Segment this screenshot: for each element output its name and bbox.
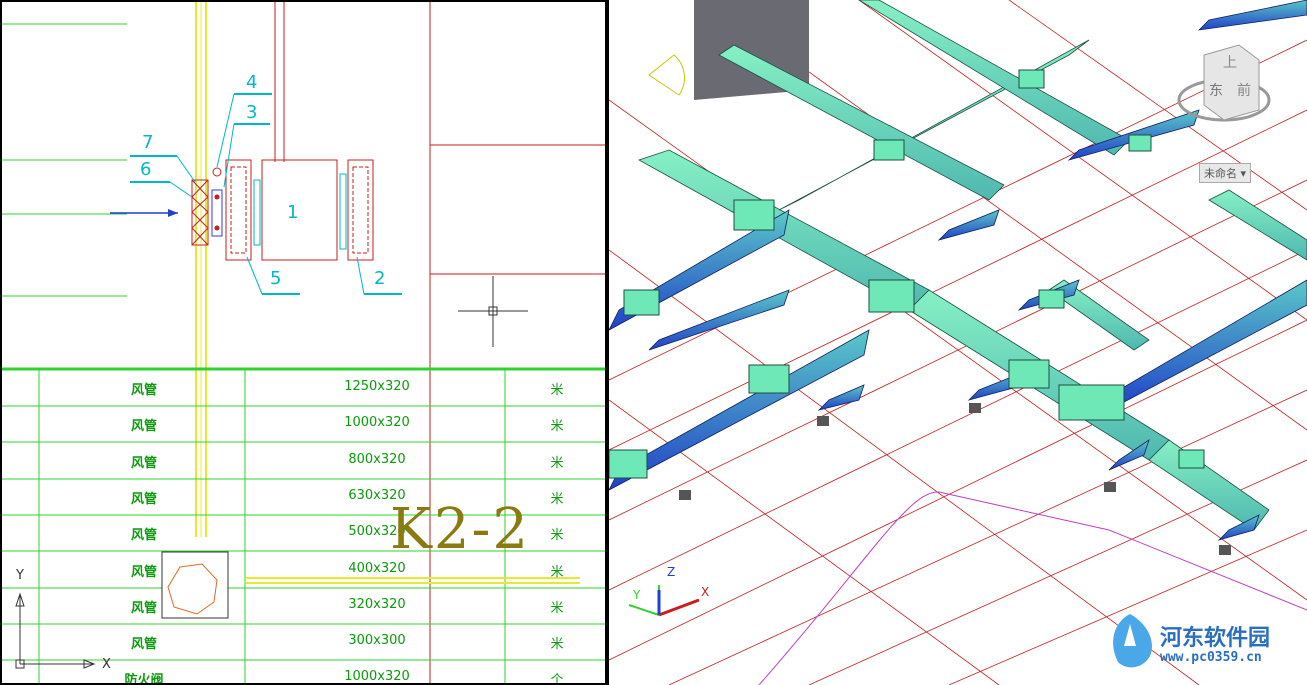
table-cell-unit: 米 bbox=[550, 456, 564, 471]
ucs-x-label: X bbox=[701, 585, 710, 599]
table-cell-unit: 米 bbox=[550, 492, 564, 507]
table-cell-size: 300x300 bbox=[348, 633, 406, 648]
table-cell-unit: 米 bbox=[550, 565, 564, 580]
table-cell-size: 1250x320 bbox=[344, 379, 410, 394]
callout-4: 4 bbox=[246, 72, 258, 93]
table-cell-size: 800x320 bbox=[348, 452, 406, 467]
table-cell-unit: 米 bbox=[550, 383, 564, 398]
table-cell-unit: 米 bbox=[550, 601, 564, 616]
table-cell-name: 风管 bbox=[130, 565, 157, 580]
table-cell-name: 风管 bbox=[130, 419, 157, 434]
watermark-url: www.pc0359.cn bbox=[1160, 650, 1262, 665]
callout-1: 1 bbox=[287, 202, 299, 223]
watermark-name: 河东软件园 bbox=[1160, 626, 1271, 651]
table-cell-name: 风管 bbox=[130, 456, 157, 471]
table-cell-name: 风管 bbox=[130, 528, 157, 543]
isometric-duct-model bbox=[609, 0, 1307, 685]
viewcube-face-label[interactable]: 东 bbox=[1209, 80, 1223, 100]
table-cell-name: 风管 bbox=[130, 492, 157, 507]
callout-3: 3 bbox=[246, 102, 258, 123]
section-label: K2-2 bbox=[390, 497, 531, 562]
cad-workspace: 7 6 4 3 1 5 2 风管 1250x320 米 风管 1000x320 … bbox=[0, 0, 1307, 685]
ucs-y-label: Y bbox=[16, 568, 24, 583]
plan-viewport[interactable]: 7 6 4 3 1 5 2 风管 1250x320 米 风管 1000x320 … bbox=[0, 0, 607, 685]
callout-5: 5 bbox=[270, 268, 282, 289]
plan-drawing bbox=[2, 2, 605, 683]
ucs-x-label: X bbox=[102, 657, 111, 672]
table-cell-size: 400x320 bbox=[348, 561, 406, 576]
watermark-logo-icon bbox=[1113, 614, 1152, 668]
callout-7: 7 bbox=[142, 132, 154, 153]
table-cell-unit: 米 bbox=[550, 528, 564, 543]
ucs-y-label: Y bbox=[633, 588, 641, 602]
table-cell-unit: 米 bbox=[550, 637, 564, 652]
table-cell-size: 320x320 bbox=[348, 597, 406, 612]
table-cell-name: 防火阀 bbox=[124, 673, 164, 685]
table-cell-name: 风管 bbox=[130, 637, 157, 652]
table-cell-name: 风管 bbox=[130, 383, 157, 398]
viewcube-front-label[interactable]: 前 bbox=[1237, 80, 1251, 100]
ucs-dropdown[interactable]: 未命名 ▾ bbox=[1199, 163, 1252, 183]
table-cell-unit: 个 bbox=[550, 673, 564, 685]
table-cell-unit: 米 bbox=[550, 419, 564, 434]
table-cell-name: 风管 bbox=[130, 601, 157, 616]
table-cell-size: 1000x320 bbox=[344, 415, 410, 430]
ucs-z-label: Z bbox=[667, 565, 676, 579]
callout-6: 6 bbox=[140, 159, 152, 180]
callout-2: 2 bbox=[374, 268, 386, 289]
isometric-viewport[interactable]: 上 东 前 未命名 ▾ Y X Z bbox=[609, 0, 1307, 685]
table-cell-size: 1000x320 bbox=[344, 669, 410, 684]
viewcube-top-label[interactable]: 上 bbox=[1223, 52, 1237, 72]
